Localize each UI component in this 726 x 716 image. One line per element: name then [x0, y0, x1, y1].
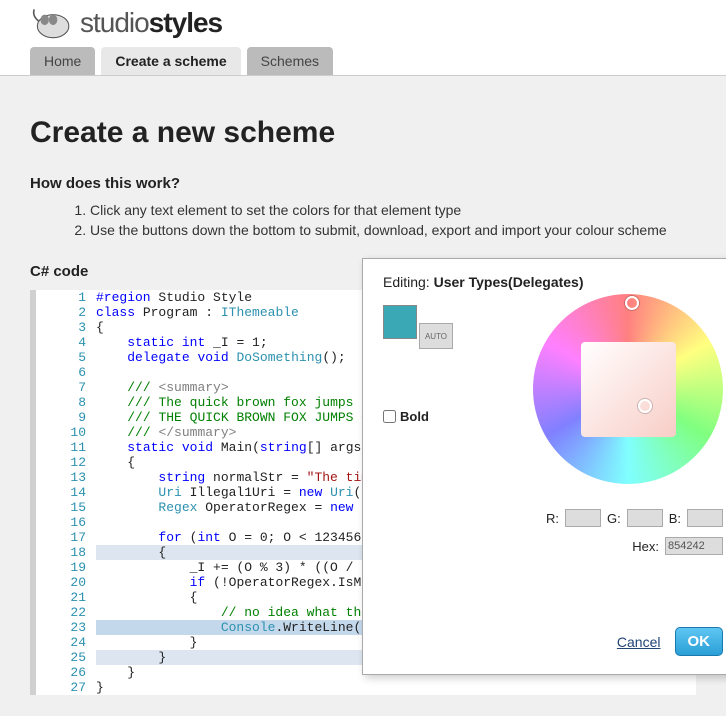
tab-schemes[interactable]: Schemes — [247, 47, 333, 75]
line-number: 19 — [36, 560, 96, 575]
rgb-inputs: R: G: B: — [546, 509, 723, 527]
page-title: Create a new scheme — [30, 116, 696, 150]
tab-create-scheme[interactable]: Create a scheme — [101, 47, 240, 75]
hex-input[interactable] — [665, 537, 723, 555]
line-number: 16 — [36, 515, 96, 530]
line-number: 10 — [36, 425, 96, 440]
line-number: 9 — [36, 410, 96, 425]
line-number: 24 — [36, 635, 96, 650]
logo[interactable]: studiostyles — [30, 5, 696, 41]
code-content[interactable]: } — [96, 680, 696, 695]
instructions-list: Click any text element to set the colors… — [50, 202, 696, 238]
line-number: 8 — [36, 395, 96, 410]
mouse-icon — [30, 5, 72, 41]
color-editor-popup: Editing: User Types(Delegates) AUTO Bold… — [362, 258, 726, 675]
list-item: Click any text element to set the colors… — [90, 202, 696, 218]
line-number: 21 — [36, 590, 96, 605]
cancel-link[interactable]: Cancel — [617, 634, 661, 650]
line-number: 27 — [36, 680, 96, 695]
line-number: 1 — [36, 290, 96, 305]
line-number: 5 — [36, 350, 96, 365]
logo-text: studiostyles — [80, 7, 222, 39]
g-input[interactable] — [627, 509, 663, 527]
b-input[interactable] — [687, 509, 723, 527]
line-number: 6 — [36, 365, 96, 380]
list-item: Use the buttons down the bottom to submi… — [90, 222, 696, 238]
line-number: 22 — [36, 605, 96, 620]
bold-label: Bold — [400, 409, 429, 424]
nav-tabs: Home Create a scheme Schemes — [30, 47, 696, 75]
auto-swatch[interactable]: AUTO — [419, 323, 453, 349]
line-number: 15 — [36, 500, 96, 515]
line-number: 20 — [36, 575, 96, 590]
color-wheel[interactable] — [533, 294, 723, 484]
line-number: 23 — [36, 620, 96, 635]
line-number: 25 — [36, 650, 96, 665]
line-number: 14 — [36, 485, 96, 500]
line-number: 2 — [36, 305, 96, 320]
bold-checkbox[interactable] — [383, 410, 396, 423]
line-number: 13 — [36, 470, 96, 485]
line-number: 17 — [36, 530, 96, 545]
hex-row: Hex: — [632, 537, 723, 555]
line-number: 18 — [36, 545, 96, 560]
code-line[interactable]: 27} — [36, 680, 696, 695]
line-number: 3 — [36, 320, 96, 335]
line-number: 12 — [36, 455, 96, 470]
line-number: 4 — [36, 335, 96, 350]
r-input[interactable] — [565, 509, 601, 527]
tab-home[interactable]: Home — [30, 47, 95, 75]
popup-title: Editing: User Types(Delegates) — [383, 274, 723, 290]
line-number: 7 — [36, 380, 96, 395]
line-number: 26 — [36, 665, 96, 680]
line-number: 11 — [36, 440, 96, 455]
site-header: studiostyles Home Create a scheme Scheme… — [0, 0, 726, 76]
ok-button[interactable]: OK — [675, 627, 724, 656]
how-heading: How does this work? — [30, 175, 696, 192]
color-swatch[interactable] — [383, 305, 417, 339]
